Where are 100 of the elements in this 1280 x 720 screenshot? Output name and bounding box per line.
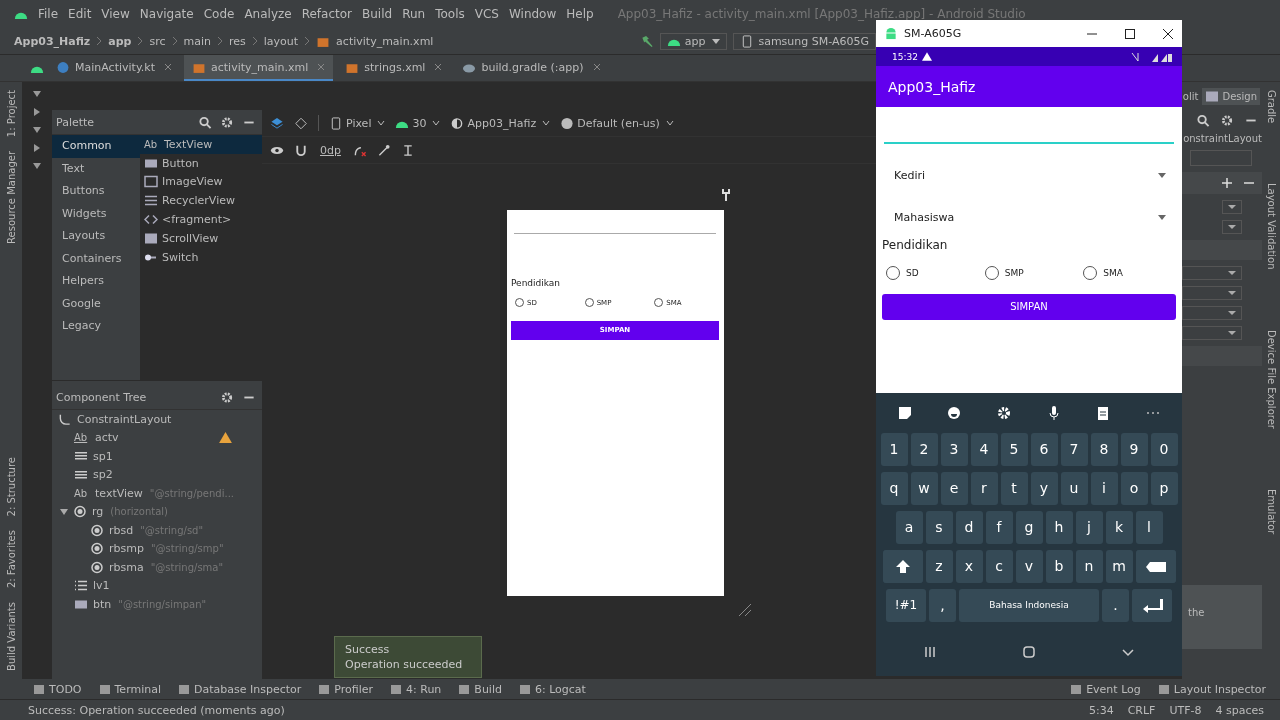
status-item[interactable]: UTF-8 [1169, 703, 1202, 717]
tool-window-button[interactable]: Event Log [1071, 682, 1141, 696]
menu-item[interactable]: Window [508, 7, 557, 21]
menu-item[interactable]: Edit [68, 7, 92, 21]
run-config-dropdown[interactable]: app [659, 32, 728, 50]
device-dropdown[interactable]: Pixel [329, 116, 386, 130]
menu-item[interactable]: View [101, 7, 130, 21]
collapse-arrow-icon[interactable] [33, 162, 41, 170]
keyboard-key[interactable]: c [985, 550, 1013, 583]
breadcrumb-item[interactable]: res [229, 34, 246, 48]
palette-category[interactable]: Layouts [52, 225, 140, 248]
radio-button[interactable]: SMP [984, 266, 1084, 280]
add-icon[interactable] [1222, 178, 1232, 188]
search-icon[interactable] [1196, 114, 1210, 127]
keyboard-key[interactable]: 8 [1090, 433, 1118, 466]
menu-item[interactable]: Navigate [139, 7, 194, 21]
editor-tab[interactable]: activity_main.xml [184, 55, 334, 81]
settings-icon[interactable] [220, 390, 234, 404]
api-level-dropdown[interactable]: 30 [395, 116, 441, 130]
sticker-icon[interactable] [897, 406, 912, 420]
expand-arrow-icon[interactable] [33, 144, 41, 152]
menu-item[interactable]: Analyze [244, 7, 292, 21]
save-button[interactable]: SIMPAN [882, 294, 1176, 320]
tree-node[interactable]: Ab actv [52, 428, 262, 447]
settings-icon[interactable] [1220, 114, 1234, 127]
space-key[interactable]: Bahasa Indonesia [959, 589, 1099, 622]
menu-item[interactable]: Help [566, 7, 594, 21]
menu-item[interactable]: Code [203, 7, 235, 21]
tool-window-button[interactable]: Build [459, 682, 502, 696]
tool-window-tab[interactable]: Device File Explorer [1265, 329, 1277, 429]
keyboard-key[interactable]: j [1075, 511, 1103, 544]
menu-item[interactable]: Run [402, 7, 426, 21]
keyboard-key[interactable]: 2 [910, 433, 938, 466]
menu-item[interactable]: File [38, 7, 59, 21]
resize-handle-icon[interactable] [737, 602, 753, 618]
keyboard-key[interactable]: u [1060, 472, 1088, 505]
tool-window-tab[interactable]: 2: Favorites [5, 529, 17, 589]
tool-window-tab[interactable]: Resource Manager [5, 151, 17, 244]
tool-window-button[interactable]: 6: Logcat [519, 682, 586, 696]
palette-item[interactable]: RecyclerView [140, 191, 262, 211]
palette-item[interactable]: ScrollView [140, 229, 262, 248]
keyboard-key[interactable]: 6 [1030, 433, 1058, 466]
keyboard-key[interactable]: 1 [880, 433, 908, 466]
spinner[interactable]: Kediri [876, 164, 1182, 186]
tree-node[interactable]: ConstraintLayout [52, 410, 262, 429]
tree-node[interactable]: lv1 [52, 576, 262, 595]
tool-window-tab[interactable]: 1: Project [5, 90, 17, 138]
keyboard-key[interactable]: f [985, 511, 1013, 544]
theme-dropdown[interactable]: App03_Hafiz [450, 116, 551, 130]
close-icon[interactable] [1162, 27, 1174, 40]
tree-node[interactable]: sp1 [52, 447, 262, 466]
status-item[interactable]: 5:34 [1088, 703, 1114, 717]
dropdown-icon[interactable] [1222, 200, 1242, 214]
magic-wand-icon[interactable] [376, 143, 391, 157]
palette-item[interactable]: Button [140, 153, 262, 173]
keyboard-key[interactable]: z [925, 550, 953, 583]
tool-window-tab[interactable]: Layout Validation [1265, 183, 1277, 270]
keyboard-key[interactable]: o [1120, 472, 1148, 505]
menu-item[interactable]: VCS [474, 7, 499, 21]
menu-item[interactable]: Build [362, 7, 393, 21]
wrench-icon[interactable] [721, 188, 731, 202]
keyboard-key[interactable]: y [1030, 472, 1058, 505]
margin-field[interactable]: 0dp [318, 143, 343, 157]
keyboard-key[interactable]: v [1015, 550, 1043, 583]
keyboard-key[interactable]: g [1015, 511, 1043, 544]
keyboard-key[interactable]: w [910, 472, 938, 505]
keyboard-key[interactable]: t [1000, 472, 1028, 505]
maximize-icon[interactable] [1124, 27, 1136, 40]
palette-category[interactable]: Buttons [52, 180, 140, 203]
symbols-key[interactable]: !#1 [886, 589, 926, 622]
menu-item[interactable]: Refactor [301, 7, 353, 21]
expand-arrow-icon[interactable] [33, 108, 41, 116]
editor-tab[interactable]: strings.xml [337, 55, 451, 81]
keyboard-key[interactable]: p [1150, 472, 1178, 505]
tool-window-button[interactable]: Profiler [319, 682, 374, 696]
id-field[interactable] [1190, 150, 1252, 166]
locale-dropdown[interactable]: Default (en-us) [560, 116, 674, 130]
palette-category[interactable]: Google [52, 292, 140, 315]
status-item[interactable]: CRLF [1127, 703, 1156, 717]
keyboard-key[interactable]: m [1105, 550, 1133, 583]
palette-item[interactable]: ImageView [140, 172, 262, 192]
palette-item[interactable]: Ab TextView [140, 135, 262, 154]
tool-window-button[interactable]: 4: Run [391, 682, 442, 696]
palette-category[interactable]: Common [52, 135, 140, 158]
keyboard-key[interactable]: . [1102, 589, 1129, 622]
palette-category[interactable]: Helpers [52, 270, 140, 293]
breadcrumb-item[interactable]: main [183, 34, 211, 48]
radio-button[interactable]: SMA [1083, 266, 1182, 280]
breadcrumb-item[interactable]: layout [263, 34, 299, 48]
keyboard-key[interactable]: 9 [1120, 433, 1148, 466]
keyboard-key[interactable]: 3 [940, 433, 968, 466]
collapse-arrow-icon[interactable] [33, 126, 41, 134]
tool-window-button[interactable]: TODO [34, 682, 82, 696]
microphone-icon[interactable] [1046, 406, 1061, 420]
dropdown-icon[interactable] [1222, 220, 1242, 234]
clipboard-icon[interactable] [1096, 406, 1111, 420]
search-icon[interactable] [198, 115, 212, 129]
tree-node[interactable]: sp2 [52, 465, 262, 484]
section-header[interactable] [1182, 172, 1262, 194]
emoji-icon[interactable] [947, 406, 962, 420]
